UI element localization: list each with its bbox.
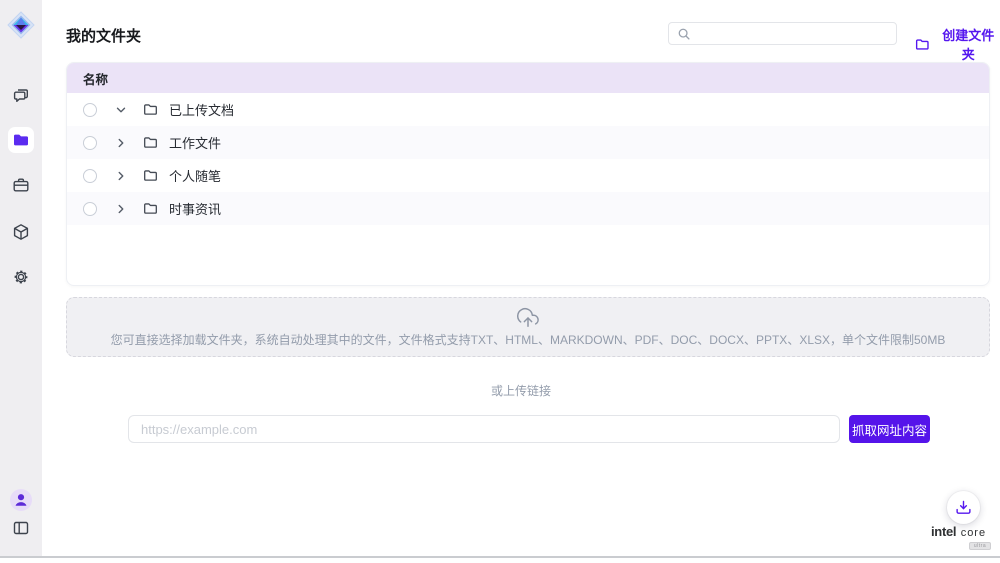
table-row-work-files[interactable]: 工作文件: [67, 126, 989, 159]
fetch-url-button[interactable]: 抓取网址内容: [849, 415, 930, 443]
search-input[interactable]: [697, 27, 888, 41]
sidebar-collapse-toggle[interactable]: [12, 519, 30, 537]
briefcase-icon: [12, 176, 30, 194]
chevron-right-icon[interactable]: [114, 202, 128, 216]
cube-icon: [12, 223, 30, 241]
sidebar-item-models[interactable]: [12, 223, 30, 241]
table-row-personal-notes[interactable]: 个人随笔: [67, 159, 989, 192]
create-folder-button[interactable]: 创建文件夹: [915, 25, 1000, 63]
row-checkbox[interactable]: [83, 202, 97, 216]
folder-icon: [143, 135, 158, 150]
sidebar-item-chat[interactable]: [12, 87, 30, 105]
url-upload-row: 抓取网址内容: [42, 415, 1000, 443]
download-icon: [955, 499, 972, 516]
row-checkbox[interactable]: [83, 136, 97, 150]
table-row-news[interactable]: 时事资讯: [67, 192, 989, 225]
upload-dropzone[interactable]: 您可直接选择加载文件夹，系统自动处理其中的文件，文件格式支持TXT、HTML、M…: [66, 297, 990, 357]
download-fab-button[interactable]: [947, 491, 980, 524]
search-icon: [677, 27, 691, 41]
folder-name: 工作文件: [169, 133, 221, 152]
sidebar-item-settings[interactable]: [12, 268, 30, 286]
sidebar: [0, 0, 42, 556]
folder-name: 已上传文档: [169, 100, 234, 119]
folder-icon: [143, 102, 158, 117]
or-upload-link-label: 或上传链接: [42, 382, 1000, 399]
row-checkbox[interactable]: [83, 103, 97, 117]
column-header-name: 名称: [83, 69, 108, 88]
sidebar-user-avatar[interactable]: [10, 489, 32, 511]
folder-icon: [143, 201, 158, 216]
app-logo-icon: [7, 11, 35, 39]
cloud-upload-icon: [517, 307, 539, 329]
user-icon: [10, 489, 32, 511]
table-row-uploaded-docs[interactable]: 已上传文档: [67, 93, 989, 126]
folder-name: 个人随笔: [169, 166, 221, 185]
intel-product-text: core: [961, 527, 986, 539]
chevron-down-icon[interactable]: [114, 103, 128, 117]
chat-icon: [12, 87, 30, 105]
intel-brand-text: intel: [931, 524, 956, 539]
table-header-row: 名称: [67, 63, 989, 93]
url-input[interactable]: [128, 415, 840, 443]
folder-icon: [12, 131, 30, 149]
panel-icon: [12, 519, 30, 537]
create-folder-icon: [915, 37, 930, 52]
main-content: 我的文件夹 创建文件夹 名称 已上传文档: [42, 0, 1000, 556]
create-folder-label: 创建文件夹: [937, 25, 1000, 63]
page-title: 我的文件夹: [66, 25, 141, 46]
folder-name: 时事资讯: [169, 199, 221, 218]
folder-icon: [143, 168, 158, 183]
folder-table: 名称 已上传文档 工作文件: [66, 62, 990, 286]
chevron-right-icon[interactable]: [114, 136, 128, 150]
gear-icon: [12, 268, 30, 286]
intel-ultra-badge: ultra: [969, 542, 991, 550]
upload-hint-text: 您可直接选择加载文件夹，系统自动处理其中的文件，文件格式支持TXT、HTML、M…: [111, 331, 946, 348]
sidebar-item-folders[interactable]: [8, 127, 34, 153]
chevron-right-icon[interactable]: [114, 169, 128, 183]
row-checkbox[interactable]: [83, 169, 97, 183]
search-box[interactable]: [668, 22, 897, 45]
sidebar-item-workspace[interactable]: [12, 176, 30, 194]
window-bottom-edge: [0, 556, 1000, 558]
intel-core-logo: intel core ultra: [931, 524, 991, 550]
